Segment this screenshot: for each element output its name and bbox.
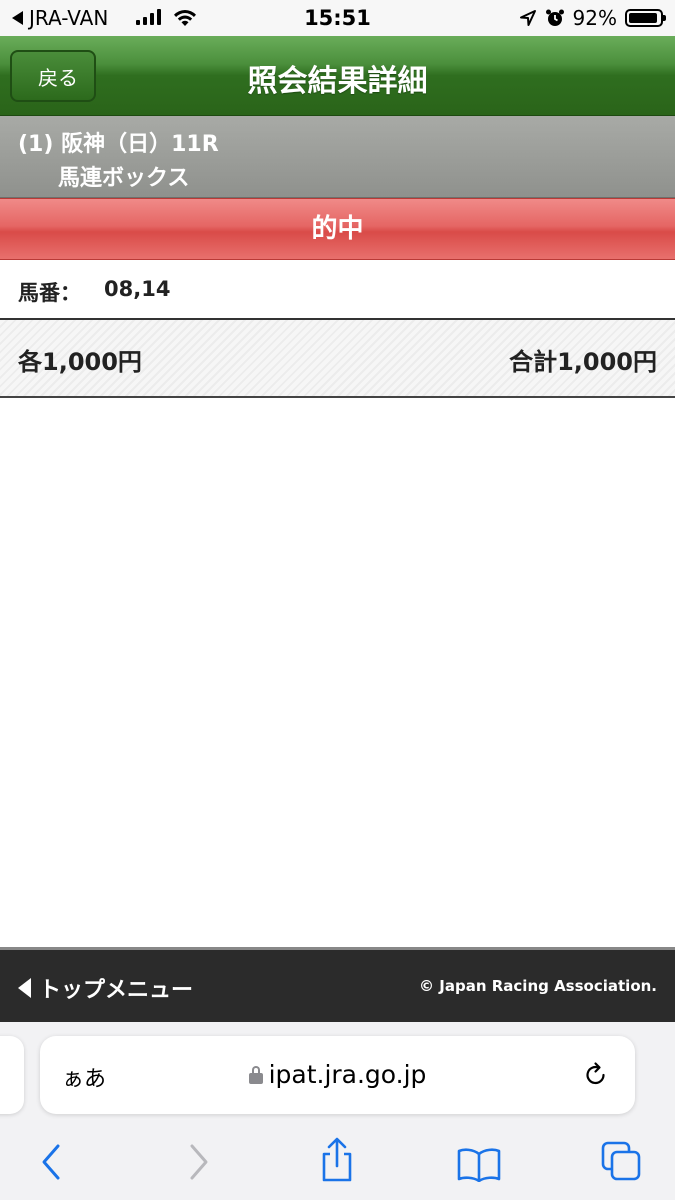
browser-toolbar — [0, 1130, 675, 1190]
amount-each: 各1,000円 — [18, 348, 142, 376]
race-venue: (1) 阪神（日）11R — [18, 132, 219, 157]
copyright: © Japan Racing Association. — [419, 977, 657, 995]
share-icon[interactable] — [318, 1136, 356, 1184]
location-icon — [519, 10, 536, 26]
page-title: 照会結果詳細 — [247, 64, 428, 99]
horse-numbers-label: 馬番： — [18, 281, 81, 305]
tabs-icon[interactable] — [600, 1140, 642, 1182]
battery-fill — [629, 13, 657, 23]
status-bar: JRA-VAN 15:51 92% — [0, 0, 675, 36]
forward-icon[interactable] — [184, 1142, 212, 1182]
browser-chrome: ぁあ ipat.jra.go.jp — [0, 1022, 675, 1200]
horse-numbers-value: 08,14 — [104, 277, 171, 301]
race-info: (1) 阪神（日）11R 馬連ボックス — [0, 116, 675, 198]
amount-row: 各1,000円 合計1,000円 — [0, 320, 675, 398]
amount-total: 合計1,000円 — [509, 348, 657, 376]
lock-icon — [248, 1065, 263, 1084]
back-icon[interactable] — [38, 1142, 66, 1182]
reload-icon[interactable] — [581, 1060, 611, 1090]
url-text: ipat.jra.go.jp — [268, 1060, 427, 1089]
left-arrow-icon — [18, 978, 31, 998]
bet-type: 馬連ボックス — [58, 166, 190, 191]
footer-bar: トップメニュー © Japan Racing Association. — [0, 947, 675, 1022]
top-menu-label: トップメニュー — [39, 978, 194, 1003]
horse-numbers-row: 馬番： 08,14 — [0, 260, 675, 320]
status-right-group: 92% — [519, 6, 666, 30]
alarm-icon — [545, 9, 564, 26]
app-header: 戻る 照会結果詳細 — [0, 36, 675, 116]
url-display[interactable]: ipat.jra.go.jp — [40, 1060, 635, 1089]
bookmarks-icon[interactable] — [456, 1146, 502, 1182]
top-menu-link[interactable]: トップメニュー — [18, 972, 193, 1004]
previous-tab-peek[interactable] — [0, 1036, 24, 1114]
battery-percent: 92% — [572, 6, 617, 30]
address-bar[interactable]: ぁあ ipat.jra.go.jp — [40, 1036, 635, 1114]
result-status: 的中 — [0, 198, 675, 260]
battery-icon — [625, 9, 666, 27]
